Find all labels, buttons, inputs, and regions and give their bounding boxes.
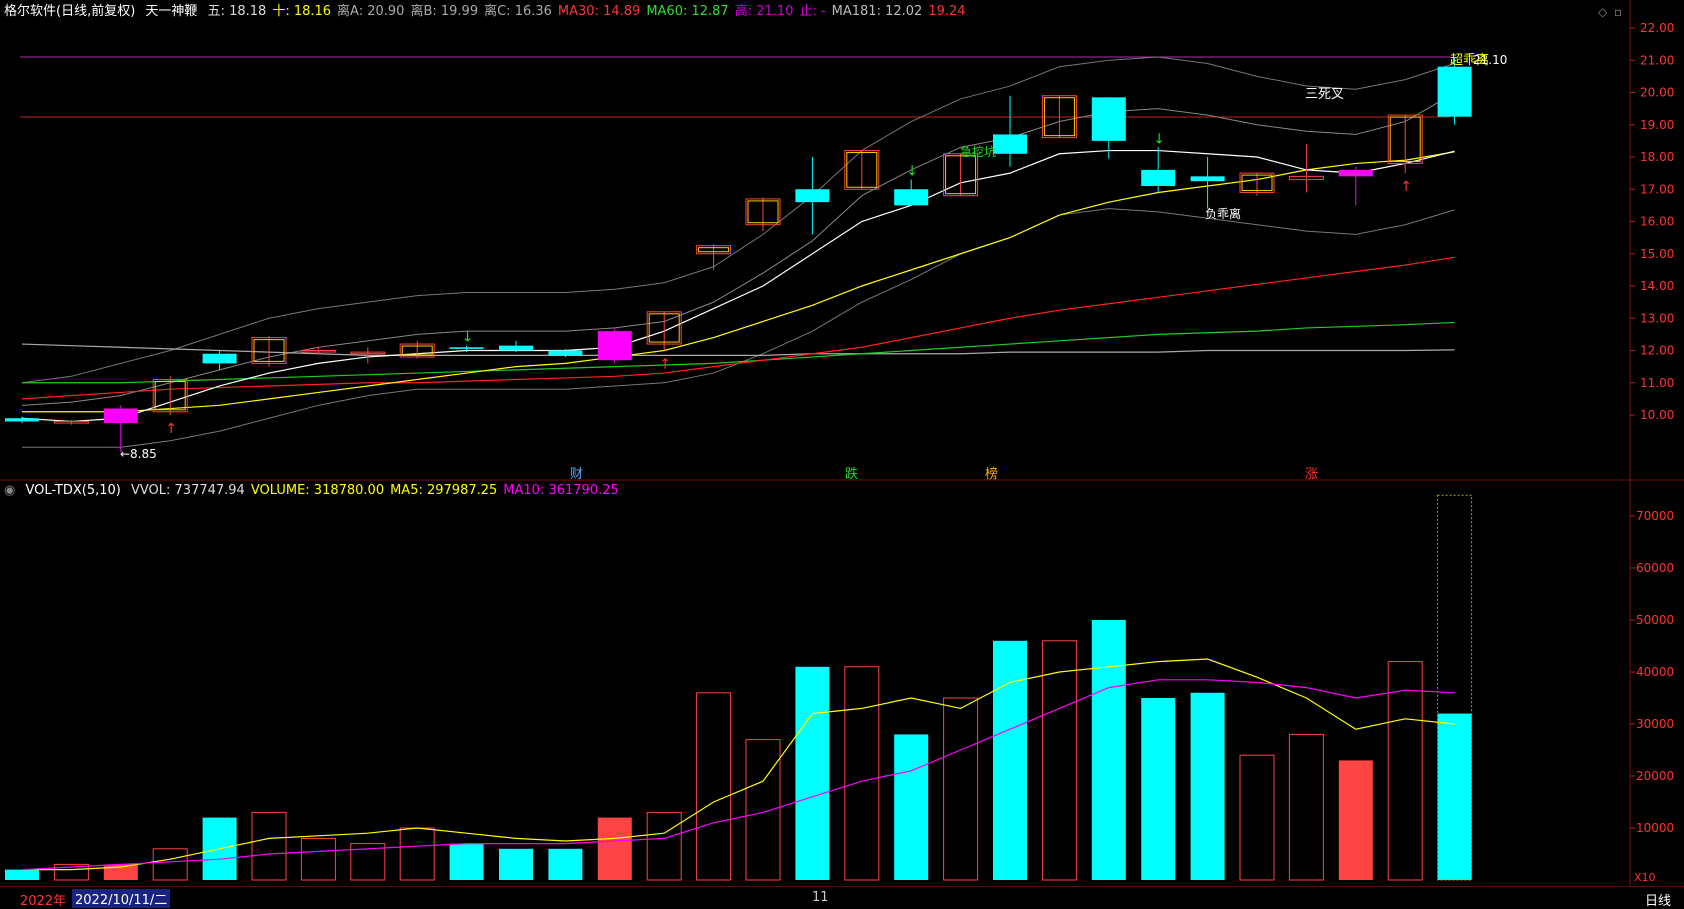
ma60-line [22,321,1455,384]
year-label: 2022年 [20,894,67,909]
volume-bar [300,837,336,881]
buy-arrow-icon: ↑ [1400,179,1412,195]
volume-bar [499,848,533,880]
three-dead-cross-label: 三死叉 [1305,87,1344,102]
price-axis-label: 20.00 [1640,86,1674,100]
event-mark: 跌 [845,466,858,482]
high-price-label: 21.10 [1473,53,1507,67]
volume-bar [1387,661,1423,881]
volume-bar [696,692,732,881]
price-axis-label: 11.00 [1640,376,1674,390]
sell-arrow-icon: ↓ [1153,131,1165,147]
volume-bar [1091,620,1126,880]
price-axis-label: 16.00 [1640,215,1674,229]
candle-body [1437,66,1472,117]
negative-deviation-label: 负乖离 [1205,206,1241,221]
month-tick: 11 [812,890,829,905]
volume-bar [597,817,632,880]
volume-bar [844,666,880,881]
volume-axis-label: 50000 [1636,613,1674,627]
price-axis-label: 13.00 [1640,311,1674,325]
ma30-line [21,256,1455,400]
volume-unit-label: X10 [1634,871,1656,884]
volume-axis-label: 70000 [1636,509,1674,523]
time-axis: 2022年 2022/10/11/二 11 日线 [0,886,1684,909]
volume-bar [251,811,287,881]
volume-bar [1338,760,1373,880]
candle-body [5,418,39,422]
price-axis-label: 15.00 [1640,247,1674,261]
price-axis-label: 12.00 [1640,344,1674,358]
volume-bar [152,848,188,881]
candle-body [103,408,138,424]
period-label[interactable]: 日线 [1645,890,1671,909]
sell-arrow-icon: ↓ [906,164,918,180]
price-axis-label: 21.00 [1640,53,1674,67]
volume-bar [449,843,484,880]
event-mark: 财 [570,467,583,482]
volume-axis-label: 10000 [1636,821,1674,835]
diamond-icon[interactable]: ◇ [1598,5,1607,19]
event-mark: 榜 [985,466,998,482]
volume-bar [894,734,929,880]
date-label: 2022/10/11/二 [72,889,171,908]
candle-body [548,350,583,356]
candle-body [1338,169,1373,177]
buy-arrow-icon: ↑ [165,421,177,437]
volume-bar [745,739,781,881]
volume-axis-label: 40000 [1636,665,1674,679]
price-axis-label: 18.00 [1640,150,1674,164]
volume-axis-label: 30000 [1636,717,1674,731]
volume-axis-label: 20000 [1636,769,1674,783]
price-axis-label: 17.00 [1640,182,1674,196]
kline-chart[interactable]: 22.00 21.00 20.00 19.00 18.00 17.00 16.00 15.00… [0,0,1684,886]
volume-bar [399,827,435,881]
volume-bar [943,697,979,881]
candle-body [202,353,237,364]
buy-arrow-icon: ↑ [659,357,671,373]
dig-pit-label: 急挖坑 [960,144,996,159]
candle-body [795,189,830,203]
volume-bar [646,811,682,881]
volume-bar [1437,713,1472,880]
volume-bar [5,869,39,880]
candle-body [499,345,533,351]
band-mid-line [21,92,1455,406]
maximize-icon[interactable]: ▫ [1614,5,1622,19]
volume-bar [993,640,1027,880]
band-lower-line [22,208,1455,448]
price-axis-label: 14.00 [1640,279,1674,293]
candle-body [449,347,484,349]
price-axis-label: 22.00 [1640,21,1674,35]
candle-body [993,134,1027,154]
volume-bar [1190,692,1225,880]
sell-arrow-icon: ↓ [462,330,474,346]
low-price-label: ←8.85 [120,447,157,461]
volume-bar [548,848,583,880]
event-mark: 涨 [1305,467,1318,482]
candle-body [894,189,929,206]
volume-bar [1288,733,1324,881]
candle-body [1141,169,1176,187]
candle-body [597,331,632,361]
candle-body [1190,176,1225,182]
volume-bar [795,666,830,880]
ma181-line [21,343,1455,356]
volume-axis-label: 60000 [1636,561,1674,575]
volume-bar [1041,640,1077,881]
price-axis-label: 19.00 [1640,118,1674,132]
volume-bar [1239,754,1275,881]
volume-bar [1141,698,1176,880]
price-axis-label: 10.00 [1640,408,1674,422]
candle-body [1091,97,1126,141]
